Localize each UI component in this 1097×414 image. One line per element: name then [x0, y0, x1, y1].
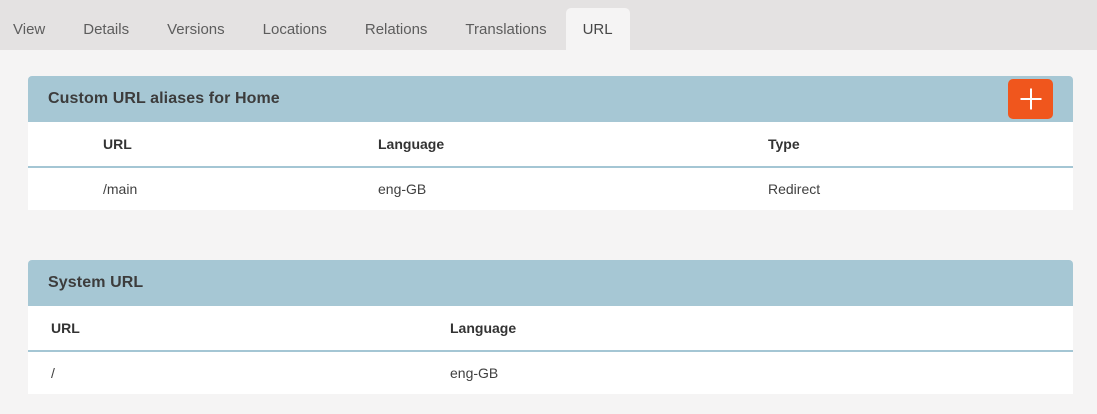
alias-type-value: Redirect: [768, 181, 1073, 197]
url-tab-content: Custom URL aliases for Home URL Language…: [0, 50, 1097, 394]
content-tab-bar: View Details Versions Locations Relation…: [0, 0, 1097, 50]
system-language-value: eng-GB: [450, 365, 1073, 381]
system-url-header: System URL: [28, 260, 1073, 306]
table-row: /main eng-GB Redirect: [28, 168, 1073, 210]
alias-language-value: eng-GB: [378, 181, 768, 197]
add-url-alias-button[interactable]: [1008, 79, 1053, 119]
custom-aliases-table-header: URL Language Type: [28, 122, 1073, 168]
tab-details[interactable]: Details: [64, 8, 148, 50]
custom-url-aliases-panel: Custom URL aliases for Home URL Language…: [28, 76, 1073, 210]
tab-url[interactable]: URL: [566, 8, 630, 50]
tab-versions[interactable]: Versions: [148, 8, 244, 50]
panel-title: Custom URL aliases for Home: [48, 90, 280, 108]
column-header-url: URL: [103, 136, 378, 152]
system-url-table-header: URL Language: [28, 306, 1073, 352]
tab-relations[interactable]: Relations: [346, 8, 447, 50]
custom-url-aliases-header: Custom URL aliases for Home: [28, 76, 1073, 122]
plus-icon: [1018, 86, 1044, 112]
custom-aliases-table: URL Language Type /main eng-GB Redirect: [28, 122, 1073, 210]
system-url-table: URL Language / eng-GB: [28, 306, 1073, 394]
column-header-url: URL: [28, 320, 450, 336]
column-header-language: Language: [450, 320, 1073, 336]
alias-url-value: /main: [103, 181, 378, 197]
column-header-language: Language: [378, 136, 768, 152]
tab-translations[interactable]: Translations: [446, 8, 565, 50]
column-header-type: Type: [768, 136, 1073, 152]
tab-view[interactable]: View: [0, 8, 64, 50]
system-url-value: /: [28, 365, 450, 381]
tab-locations[interactable]: Locations: [244, 8, 346, 50]
panel-title: System URL: [48, 274, 143, 292]
table-row: / eng-GB: [28, 352, 1073, 394]
system-url-panel: System URL URL Language / eng-GB: [28, 260, 1073, 394]
